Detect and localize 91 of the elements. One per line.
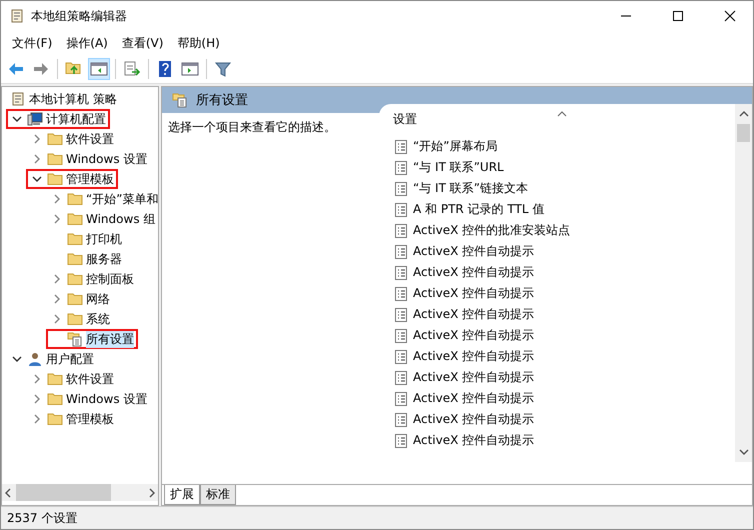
document-list-icon [393, 370, 409, 386]
pane-title: 所有设置 [196, 92, 248, 109]
setting-row[interactable]: ActiveX 控件自动提示 [393, 262, 735, 283]
document-list-icon [393, 286, 409, 302]
tree-item[interactable]: 管理模板 [26, 409, 118, 429]
document-list-icon [393, 244, 409, 260]
tree-item[interactable]: 本地计算机 策略 [6, 89, 121, 109]
document-list-icon [393, 348, 409, 364]
tree-item[interactable]: Windows 组 [46, 209, 158, 229]
menu-item[interactable]: 帮助(H) [170, 32, 227, 54]
tree-item[interactable]: 软件设置 [26, 369, 118, 389]
folder-icon [67, 251, 83, 267]
folder-icon [67, 311, 83, 327]
scroll-thumb[interactable] [16, 484, 111, 501]
pane-toggle-icon [90, 60, 108, 78]
document-list-icon [393, 222, 409, 238]
setting-row[interactable]: ActiveX 控件自动提示 [393, 283, 735, 304]
setting-row[interactable]: “与 IT 联系”URL [393, 157, 735, 178]
setting-row[interactable]: A 和 PTR 记录的 TTL 值 [393, 199, 735, 220]
document-list-icon [393, 390, 409, 406]
vertical-scrollbar[interactable] [735, 104, 752, 462]
folder-icon [47, 171, 63, 187]
tree-item[interactable]: Windows 设置 [26, 389, 152, 409]
tree-item[interactable]: 打印机 [46, 229, 126, 249]
close-icon [724, 10, 736, 22]
menu-item[interactable]: 查看(V) [114, 32, 170, 54]
window-title: 本地组策略编辑器 [31, 8, 128, 24]
folder-icon [47, 391, 63, 407]
folder-icon [67, 291, 83, 307]
setting-row[interactable]: ActiveX 控件自动提示 [393, 409, 735, 430]
maximize-icon [672, 10, 684, 22]
tree-item[interactable]: 系统 [46, 309, 114, 329]
tree-item[interactable]: 控制面板 [46, 269, 138, 289]
setting-row[interactable]: ActiveX 控件自动提示 [393, 367, 735, 388]
column-header[interactable]: 设置 [393, 111, 417, 128]
scroll-thumb[interactable] [737, 124, 750, 142]
tree-item[interactable]: Windows 设置 [26, 149, 152, 169]
folder-icon [47, 411, 63, 427]
setting-row[interactable]: ActiveX 控件自动提示 [393, 325, 735, 346]
user-icon [27, 351, 43, 367]
document-list-icon [393, 202, 409, 218]
help-icon [156, 60, 174, 78]
document-list-icon [393, 180, 409, 196]
filter-icon [214, 60, 232, 78]
setting-row[interactable]: “开始”屏幕布局 [393, 136, 735, 157]
computer-icon [27, 111, 43, 127]
setting-row[interactable]: ActiveX 控件自动提示 [393, 241, 735, 262]
setting-row[interactable]: ActiveX 控件的批准安装站点 [393, 220, 735, 241]
tree-item[interactable]: 服务器 [46, 249, 126, 269]
tree-item[interactable]: “开始”菜单和 [46, 189, 158, 209]
tree-item[interactable]: 网络 [46, 289, 114, 309]
folder-icon [67, 271, 83, 287]
action-pane-icon [181, 60, 199, 78]
folder-icon [67, 191, 83, 207]
tree-item[interactable]: 所有设置 [46, 329, 138, 349]
document-list-icon [393, 412, 409, 428]
setting-row[interactable]: ActiveX 控件自动提示 [393, 304, 735, 325]
view-tab[interactable]: 扩展 [164, 485, 200, 505]
document-list-icon [393, 328, 409, 344]
setting-row[interactable]: “与 IT 联系”链接文本 [393, 178, 735, 199]
menu-item[interactable]: 文件(F) [5, 32, 60, 54]
setting-row[interactable]: ActiveX 控件自动提示 [393, 346, 735, 367]
folder-icon [67, 231, 83, 247]
setting-row[interactable]: ActiveX 控件自动提示 [393, 430, 735, 451]
scroll-icon [9, 8, 25, 24]
folder-icon [47, 371, 63, 387]
export-list-icon [123, 60, 141, 78]
settings-folder-icon [67, 331, 83, 347]
folder-icon [47, 151, 63, 167]
settings-folder-icon [172, 92, 188, 108]
document-list-icon [393, 264, 409, 280]
status-text: 2537 个设置 [7, 510, 78, 526]
tree-item[interactable]: 软件设置 [26, 129, 118, 149]
folder-icon [47, 131, 63, 147]
scroll-icon [10, 91, 26, 107]
document-list-icon [393, 160, 409, 176]
tree-item[interactable]: 用户配置 [6, 349, 98, 369]
tree-item[interactable]: 计算机配置 [6, 109, 110, 129]
toolbar-button[interactable] [88, 58, 110, 80]
tree-item[interactable]: 管理模板 [26, 169, 118, 189]
menu-item[interactable]: 操作(A) [59, 32, 115, 54]
sort-caret-icon [557, 110, 567, 118]
folder-icon [67, 211, 83, 227]
forward-arrow-icon [32, 60, 50, 78]
horizontal-scrollbar[interactable] [2, 484, 158, 501]
document-list-icon [393, 306, 409, 322]
description-text: 选择一个项目来查看它的描述。 [168, 120, 336, 134]
document-list-icon [393, 138, 409, 154]
document-list-icon [393, 432, 409, 448]
view-tab[interactable]: 标准 [200, 485, 236, 505]
setting-row[interactable]: ActiveX 控件自动提示 [393, 388, 735, 409]
